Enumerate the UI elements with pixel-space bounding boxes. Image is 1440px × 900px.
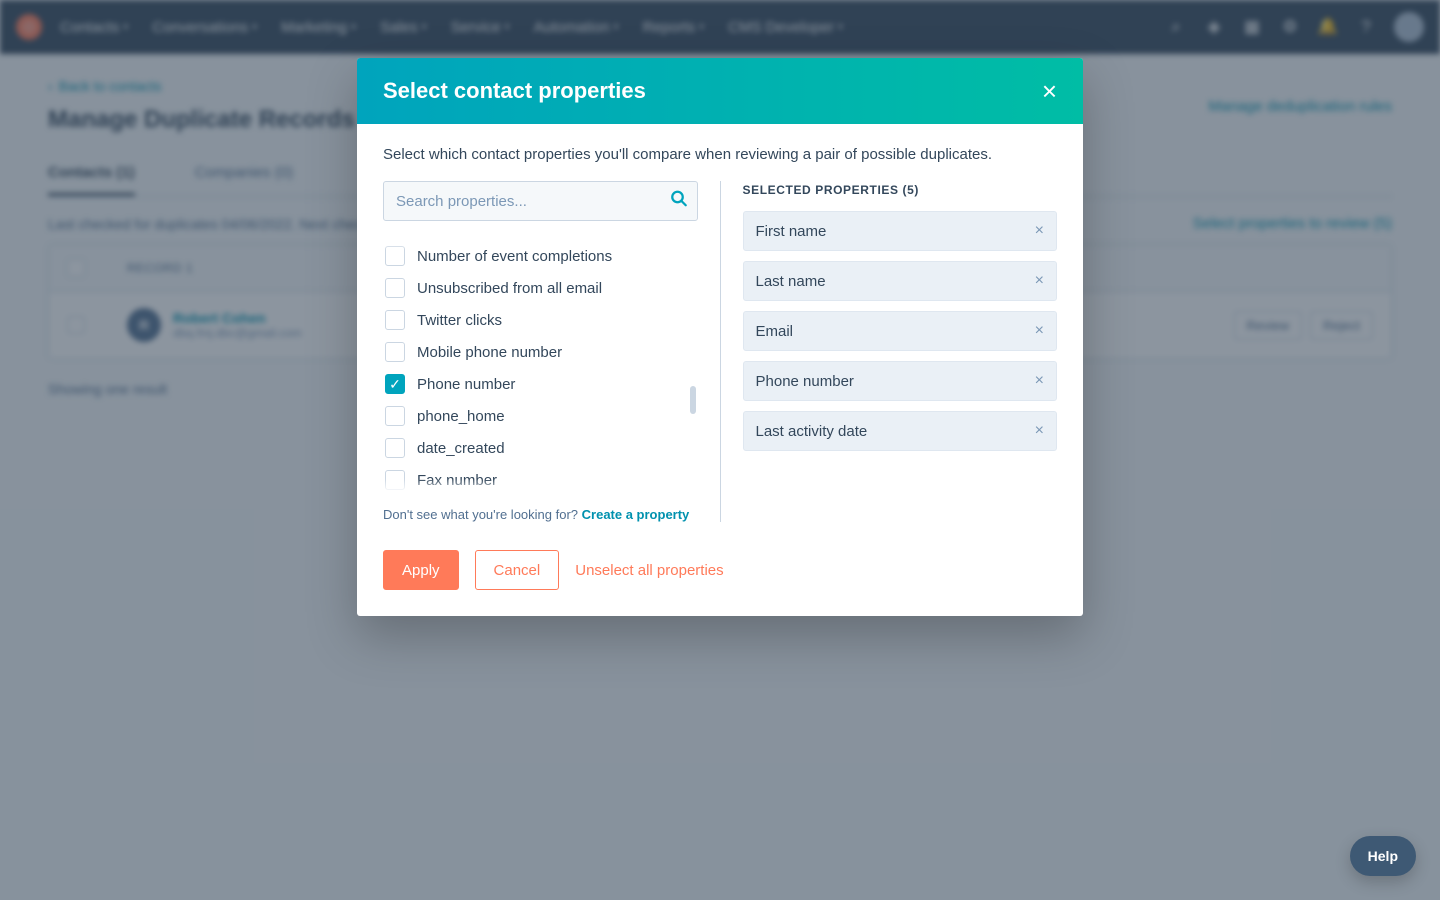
modal-title: Select contact properties — [383, 78, 646, 104]
remove-icon[interactable]: × — [1035, 422, 1044, 440]
modal-description: Select which contact properties you'll c… — [383, 146, 1057, 163]
apply-button[interactable]: Apply — [383, 550, 459, 590]
property-label: Mobile phone number — [417, 344, 562, 361]
checkbox[interactable] — [385, 246, 405, 266]
remove-icon[interactable]: × — [1035, 322, 1044, 340]
property-label: Phone number — [417, 376, 515, 393]
property-option[interactable]: Unsubscribed from all email — [383, 272, 698, 304]
create-property-hint: Don't see what you're looking for? Creat… — [383, 507, 698, 522]
selected-property-chip: Last name × — [743, 261, 1058, 301]
chip-label: Email — [756, 323, 794, 340]
search-input[interactable] — [383, 181, 698, 221]
chip-label: First name — [756, 223, 827, 240]
unselect-all-link[interactable]: Unselect all properties — [575, 550, 723, 590]
search-icon[interactable] — [670, 190, 688, 213]
property-option[interactable]: Phone number — [383, 368, 698, 400]
property-option[interactable]: phone_home — [383, 400, 698, 432]
property-label: phone_home — [417, 408, 505, 425]
property-label: Fax number — [417, 472, 497, 489]
checkbox[interactable] — [385, 342, 405, 362]
selected-property-chip: First name × — [743, 211, 1058, 251]
property-option[interactable]: Twitter clicks — [383, 304, 698, 336]
select-properties-modal: Select contact properties × Select which… — [357, 58, 1083, 616]
remove-icon[interactable]: × — [1035, 272, 1044, 290]
property-label: Unsubscribed from all email — [417, 280, 602, 297]
chip-label: Last name — [756, 273, 826, 290]
property-list[interactable]: Number of event completions Unsubscribed … — [383, 235, 698, 493]
chip-label: Last activity date — [756, 423, 868, 440]
checkbox[interactable] — [385, 470, 405, 490]
scrollbar-thumb[interactable] — [690, 386, 696, 414]
chip-label: Phone number — [756, 373, 854, 390]
property-option[interactable]: Fax number — [383, 464, 698, 493]
selected-property-chip: Email × — [743, 311, 1058, 351]
close-icon[interactable]: × — [1042, 78, 1057, 104]
remove-icon[interactable]: × — [1035, 372, 1044, 390]
checkbox[interactable] — [385, 374, 405, 394]
selected-properties-heading: SELECTED PROPERTIES (5) — [743, 183, 1058, 197]
property-option[interactable]: date_created — [383, 432, 698, 464]
checkbox[interactable] — [385, 310, 405, 330]
checkbox[interactable] — [385, 278, 405, 298]
checkbox[interactable] — [385, 438, 405, 458]
property-option[interactable]: Mobile phone number — [383, 336, 698, 368]
create-property-link[interactable]: Create a property — [582, 507, 690, 522]
cancel-button[interactable]: Cancel — [475, 550, 560, 590]
help-widget[interactable]: Help — [1350, 836, 1416, 876]
remove-icon[interactable]: × — [1035, 222, 1044, 240]
selected-property-chip: Last activity date × — [743, 411, 1058, 451]
selected-property-chip: Phone number × — [743, 361, 1058, 401]
property-label: Twitter clicks — [417, 312, 502, 329]
checkbox[interactable] — [385, 406, 405, 426]
property-search — [383, 181, 698, 221]
property-label: Number of event completions — [417, 248, 612, 265]
property-option[interactable]: Number of event completions — [383, 240, 698, 272]
property-label: date_created — [417, 440, 505, 457]
